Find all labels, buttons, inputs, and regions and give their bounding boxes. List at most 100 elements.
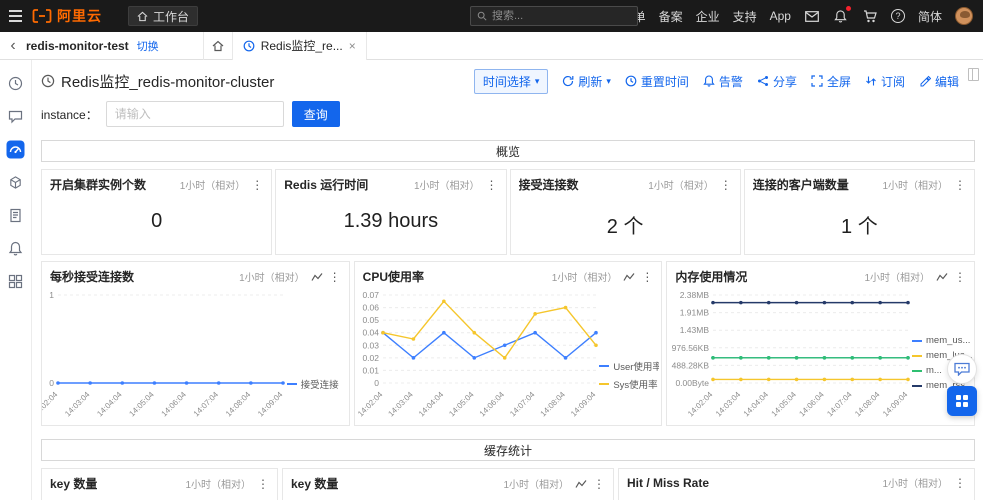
clock-icon [625, 75, 637, 87]
svg-text:14:02:04: 14:02:04 [42, 390, 60, 419]
svg-text:14:05:04: 14:05:04 [127, 390, 156, 419]
chart-card-memory-usage: 内存使用情况 1小时（相对） ⋮ 2.38MB1.91MB1.43MB976.5… [666, 261, 975, 426]
share-button[interactable]: 分享 [757, 73, 797, 90]
kebab-menu-icon[interactable]: ⋮ [954, 477, 966, 489]
time-select-button[interactable]: 时间选择▾ [474, 69, 549, 94]
legend-label: Sys使用率 [613, 377, 657, 391]
svg-text:14:08:04: 14:08:04 [224, 390, 253, 419]
svg-text:0.04: 0.04 [362, 328, 379, 338]
card-title: key 数量 [50, 475, 97, 492]
section-cache-stats-label: 缓存统计 [484, 442, 532, 459]
svg-text:14:09:04: 14:09:04 [569, 390, 598, 419]
legend-item[interactable]: 接受连接 [287, 377, 347, 391]
stat-cards-row: 开启集群实例个数 1小时（相对） ⋮ 0 Redis 运行时间 1小时（相对） … [41, 169, 975, 255]
svg-text:14:04:04: 14:04:04 [417, 390, 446, 419]
feedback-icon[interactable] [6, 108, 26, 124]
account-name: redis-monitor-test [26, 39, 129, 53]
topbar-link-app[interactable]: App [770, 9, 791, 23]
search-input[interactable] [492, 10, 631, 22]
topbar-link-support[interactable]: 支持 [733, 8, 757, 25]
chart-type-toggle-icon[interactable] [575, 479, 587, 489]
svg-text:0.01: 0.01 [362, 365, 379, 375]
legend-item[interactable]: User使用率 [599, 359, 659, 373]
aliyun-logo[interactable]: 阿里云 [32, 6, 102, 26]
workbench-button[interactable]: 工作台 [128, 6, 198, 26]
card-title: 连接的客户端数量 [753, 176, 849, 193]
chart-type-toggle-icon[interactable] [936, 272, 948, 282]
edit-button[interactable]: 编辑 [919, 73, 959, 90]
line-chart: 0.070.060.050.040.030.020.01014:02:0414:… [355, 289, 600, 425]
apps-grid-icon[interactable] [6, 273, 26, 289]
kebab-menu-icon[interactable]: ⋮ [329, 271, 341, 283]
svg-text:14:08:04: 14:08:04 [854, 390, 883, 419]
tab-label: Redis监控_re... [261, 37, 343, 54]
history-icon[interactable] [6, 75, 26, 91]
hamburger-menu-icon[interactable] [0, 0, 30, 32]
tab-redis-monitor[interactable]: Redis监控_re... × [233, 32, 367, 60]
time-range-label: 1小时（相对） [180, 177, 246, 192]
svg-text:14:03:04: 14:03:04 [386, 390, 415, 419]
notification-bell-icon[interactable] [833, 8, 849, 24]
resources-icon[interactable] [6, 174, 26, 190]
global-search [470, 6, 638, 26]
monitor-clock-icon [243, 40, 255, 52]
kebab-menu-icon[interactable]: ⋮ [486, 179, 498, 191]
svg-text:0: 0 [374, 378, 379, 388]
chart-legend: User使用率 Sys使用率 [599, 289, 659, 391]
kebab-menu-icon[interactable]: ⋮ [720, 179, 732, 191]
svg-text:976.56KB: 976.56KB [672, 343, 710, 353]
time-range-label: 1小时（相对） [648, 177, 714, 192]
svg-text:14:04:04: 14:04:04 [742, 390, 771, 419]
legend-label: 接受连接 [301, 377, 339, 391]
card-title: 开启集群实例个数 [50, 176, 146, 193]
card-title: Redis 运行时间 [284, 176, 368, 193]
kebab-menu-icon[interactable]: ⋮ [954, 179, 966, 191]
section-cache-stats[interactable]: 缓存统计 [41, 439, 975, 461]
time-range-label: 1小时（相对） [864, 269, 930, 284]
legend-item[interactable]: Sys使用率 [599, 377, 659, 391]
reset-time-button[interactable]: 重置时间 [625, 73, 689, 90]
legend-color-dash [599, 365, 609, 367]
time-range-label: 1小时（相对） [414, 177, 480, 192]
card-title: CPU使用率 [363, 268, 424, 285]
kebab-menu-icon[interactable]: ⋮ [954, 271, 966, 283]
console-tabbar: ‹ redis-monitor-test 切换 Redis监控_re... × [0, 32, 983, 60]
subscribe-button[interactable]: 订阅 [865, 73, 905, 90]
topbar-link-enterprise[interactable]: 企业 [696, 8, 720, 25]
fullscreen-button[interactable]: 全屏 [811, 73, 851, 90]
kebab-menu-icon[interactable]: ⋮ [251, 179, 263, 191]
svg-text:0.05: 0.05 [362, 315, 379, 325]
time-range-label: 1小时（相对） [552, 269, 618, 284]
alarm-button[interactable]: 告警 [703, 73, 743, 90]
home-tab[interactable] [203, 32, 233, 60]
kebab-menu-icon[interactable]: ⋮ [641, 271, 653, 283]
refresh-button[interactable]: 刷新▾ [562, 73, 611, 90]
collapse-panel-icon[interactable] [968, 68, 979, 81]
switch-account-link[interactable]: 切换 [137, 38, 159, 54]
legend-item[interactable]: mem_us... [912, 335, 972, 346]
topbar-right: 费用 工单 备案 企业 支持 App ? 简体 [585, 7, 983, 25]
logs-icon[interactable] [6, 207, 26, 223]
alerts-bell-icon[interactable] [6, 240, 26, 256]
section-overview[interactable]: 概览 [41, 140, 975, 162]
monitor-dashboard-icon-active[interactable] [6, 141, 26, 157]
query-button[interactable]: 查询 [292, 101, 340, 127]
topbar-link-icp[interactable]: 备案 [659, 8, 683, 25]
back-chevron-icon[interactable]: ‹ [0, 32, 26, 60]
fullscreen-icon [811, 75, 823, 87]
quick-apps-button[interactable] [947, 386, 977, 416]
instance-input[interactable] [106, 101, 284, 127]
feedback-chat-button[interactable] [947, 354, 977, 384]
chart-type-toggle-icon[interactable] [623, 272, 635, 282]
kebab-menu-icon[interactable]: ⋮ [257, 478, 269, 490]
cart-icon[interactable] [862, 8, 878, 24]
help-icon[interactable]: ? [891, 9, 905, 23]
tab-close-icon[interactable]: × [349, 39, 356, 53]
message-icon[interactable] [804, 8, 820, 24]
svg-text:0.02: 0.02 [362, 353, 379, 363]
svg-text:14:03:04: 14:03:04 [63, 390, 92, 419]
kebab-menu-icon[interactable]: ⋮ [593, 478, 605, 490]
user-avatar[interactable] [955, 7, 973, 25]
chart-type-toggle-icon[interactable] [311, 272, 323, 282]
language-switch[interactable]: 简体 [918, 8, 942, 25]
